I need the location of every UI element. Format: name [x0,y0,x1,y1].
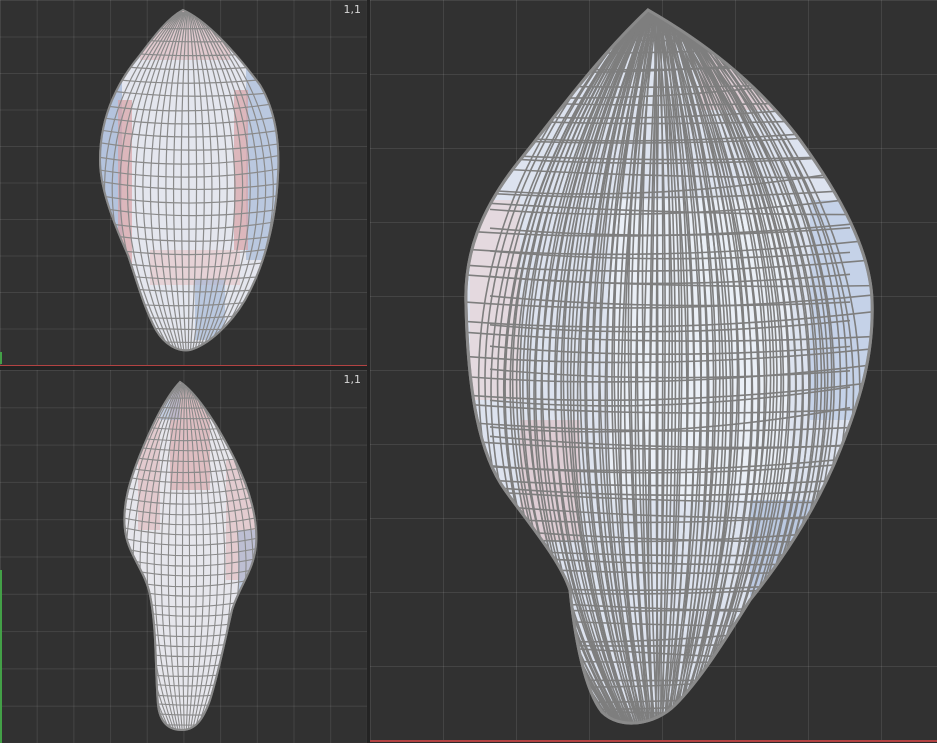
viewport-top-left[interactable]: 1,1 [0,0,367,366]
viewport-main-right[interactable] [370,0,937,742]
viewport-bottom-left[interactable]: 1,1 [0,370,367,743]
mesh-top [99,9,280,352]
mesh-main [464,8,874,725]
mesh-bottom [123,381,258,731]
mesh-view-main[interactable] [370,0,937,740]
mesh-view-top[interactable] [0,0,367,365]
mesh-view-bottom[interactable] [0,370,367,743]
